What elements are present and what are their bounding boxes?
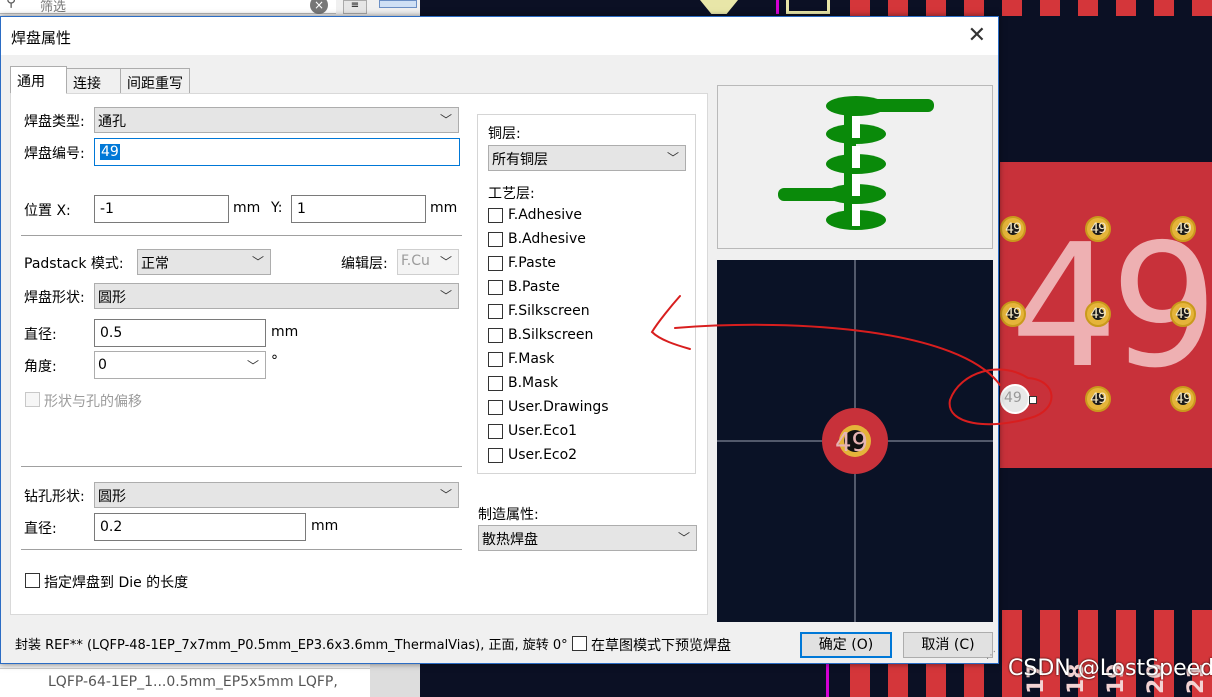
tab-general[interactable]: 通用	[10, 66, 67, 94]
via-label: 49	[1005, 221, 1022, 237]
via-label: 49	[1175, 391, 1192, 407]
via-label: 49	[1175, 221, 1192, 237]
via-label: 49	[1005, 306, 1022, 322]
via-label: 49	[1090, 306, 1107, 322]
red-annotation-arrow	[650, 295, 1053, 426]
via-label: 49	[1175, 306, 1192, 322]
annotation-stroke	[650, 295, 1053, 426]
via-label: 49	[1090, 391, 1107, 407]
via-label: 49	[1090, 221, 1107, 237]
